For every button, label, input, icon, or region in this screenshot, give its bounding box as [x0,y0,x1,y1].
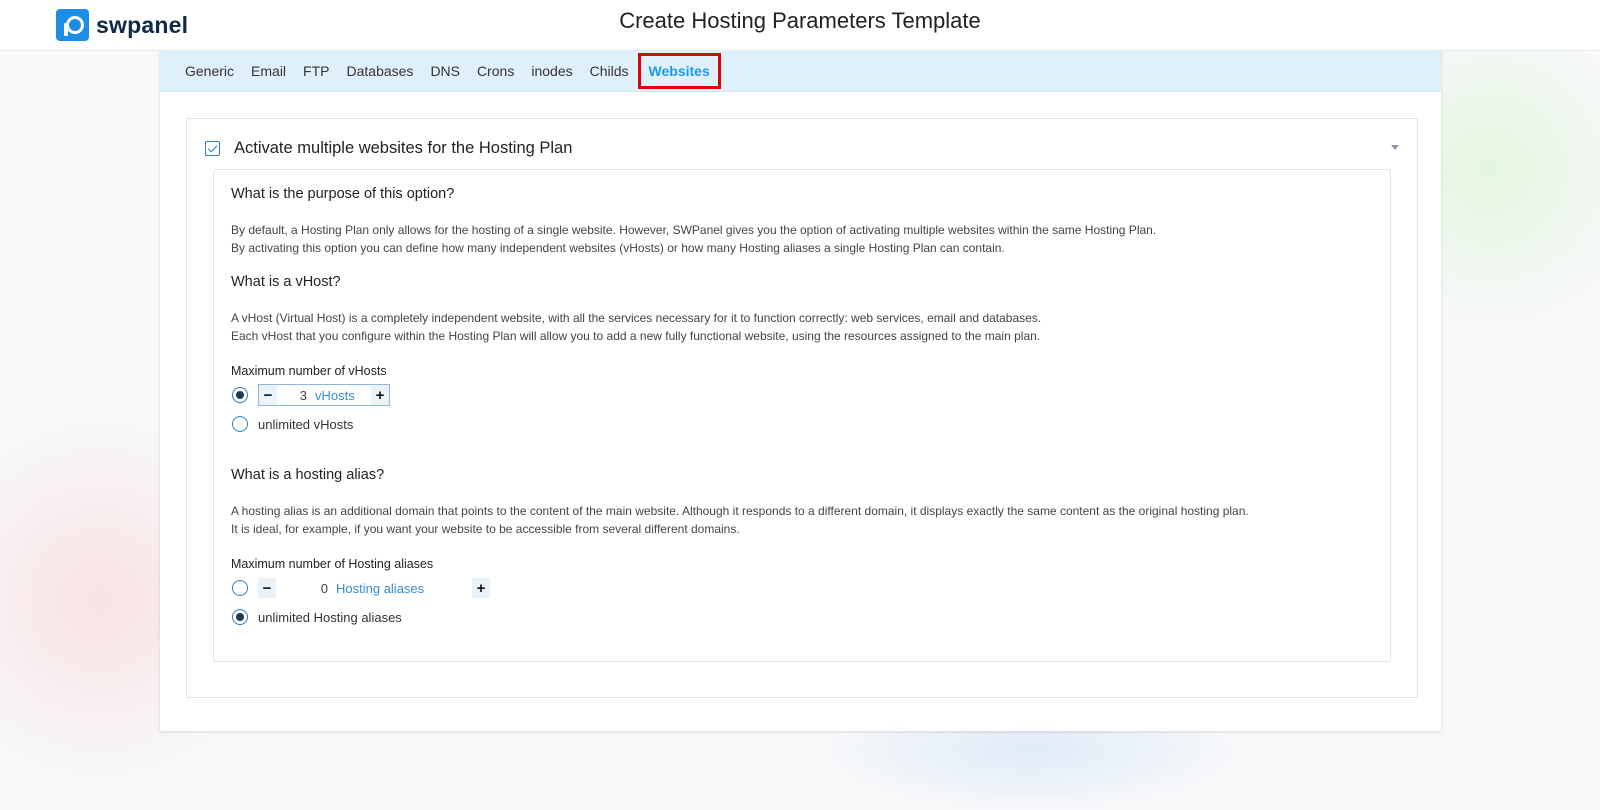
vhost-unit: vHosts [315,387,355,403]
caret-down-icon[interactable] [1391,145,1399,150]
tab-websites[interactable]: Websites [637,52,721,89]
tab-crons[interactable]: Crons [477,59,514,83]
page-title: Create Hosting Parameters Template [619,8,981,33]
vhost-limited-option: − 3 vHosts + [232,384,390,406]
vhost-text-2: Each vHost that you configure within the… [231,329,1041,343]
minus-icon[interactable]: − [259,385,277,405]
vhost-unlimited-option: unlimited vHosts [232,416,353,432]
checkbox-checked-icon [207,142,218,153]
websites-details: What is the purpose of this option? By d… [213,169,1391,662]
template-panel: Generic Email FTP Databases DNS Crons in… [160,50,1441,731]
vhost-unlimited-radio[interactable] [232,416,248,432]
vhost-limited-radio[interactable] [232,387,248,403]
alias-unit: Hosting aliases [336,580,425,596]
activate-websites-checkbox[interactable] [205,141,220,156]
alias-title: What is a hosting alias? [231,467,385,483]
alias-quantity-stepper: − 0 Hosting aliases + [258,578,490,598]
minus-icon[interactable]: − [258,578,276,598]
purpose-text-2: By activating this option you can define… [231,241,1005,255]
alias-text-1: A hosting alias is an additional domain … [231,504,1249,518]
tab-databases[interactable]: Databases [347,59,414,83]
vhost-unlimited-label[interactable]: unlimited vHosts [258,417,353,432]
tab-ftp[interactable]: FTP [303,59,329,83]
alias-limited-option: − 0 Hosting aliases + [232,578,490,598]
tab-dns[interactable]: DNS [430,59,460,83]
websites-card: Activate multiple websites for the Hosti… [186,118,1418,698]
vhost-quantity-stepper: − 3 vHosts + [258,384,390,406]
tab-childs[interactable]: Childs [590,59,629,83]
top-bar: swpanel Create Hosting Parameters Templa… [0,0,1600,51]
tab-inodes[interactable]: inodes [531,59,572,83]
activate-websites-option: Activate multiple websites for the Hosti… [205,139,572,158]
alias-limited-radio[interactable] [232,580,248,596]
vhost-title: What is a vHost? [231,274,341,290]
activate-websites-label[interactable]: Activate multiple websites for the Hosti… [234,139,572,158]
alias-text-2: It is ideal, for example, if you want yo… [231,522,740,536]
plus-icon[interactable]: + [472,578,490,598]
tab-bar: Generic Email FTP Databases DNS Crons in… [160,50,1441,92]
alias-unlimited-radio[interactable] [232,609,248,625]
alias-quantity-input[interactable]: 0 [276,581,336,596]
alias-field-label: Maximum number of Hosting aliases [231,557,434,571]
tab-generic[interactable]: Generic [185,59,234,83]
vhost-field-label: Maximum number of vHosts [231,364,387,378]
purpose-text-1: By default, a Hosting Plan only allows f… [231,223,1157,237]
purpose-title: What is the purpose of this option? [231,186,455,202]
alias-unlimited-label[interactable]: unlimited Hosting aliases [258,610,402,625]
alias-unlimited-option: unlimited Hosting aliases [232,609,402,625]
tab-email[interactable]: Email [251,59,286,83]
vhost-quantity-input[interactable]: 3 [277,388,315,403]
plus-icon[interactable]: + [371,385,389,405]
vhost-text-1: A vHost (Virtual Host) is a completely i… [231,311,1042,325]
